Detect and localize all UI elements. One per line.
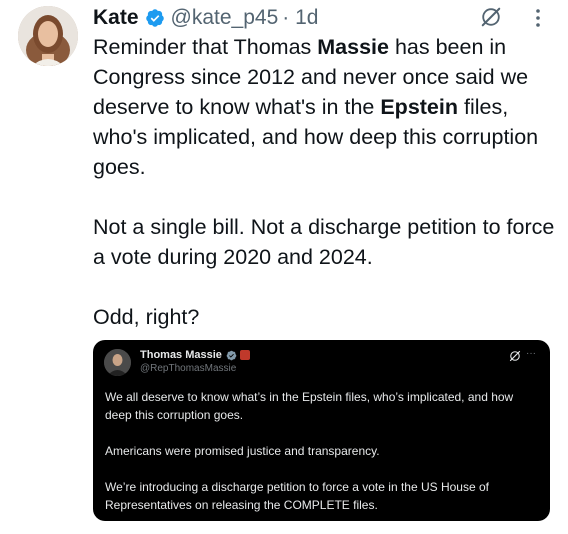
quoted-paragraph-2: Americans were promised justice and tran… xyxy=(105,444,380,458)
quoted-avatar-image xyxy=(104,349,131,376)
author-name[interactable]: Kate xyxy=(93,6,139,30)
author-handle[interactable]: @kate_p45 xyxy=(171,6,279,30)
tweet-timestamp[interactable]: · 1d xyxy=(282,6,318,30)
quoted-author-row: Thomas Massie xyxy=(140,349,250,361)
tweet-paragraph-1: Reminder that Thomas Massie has been in … xyxy=(93,32,558,182)
tweet-header: Kate @kate_p45 · 1d xyxy=(93,3,318,33)
quoted-author-avatar[interactable] xyxy=(104,349,131,376)
grok-icon[interactable] xyxy=(509,350,521,362)
more-options-icon[interactable]: ··· xyxy=(526,348,538,360)
grok-icon[interactable] xyxy=(480,6,502,28)
quoted-author-handle[interactable]: @RepThomasMassie xyxy=(140,363,236,374)
quoted-paragraph-3: We’re introducing a discharge petition t… xyxy=(105,480,489,512)
tweet-text: Reminder that Thomas Massie has been in … xyxy=(93,32,558,332)
bold-keyword: Epstein xyxy=(380,95,458,119)
quoted-tweet-card[interactable]: Thomas Massie @RepThomasMassie ··· We al… xyxy=(93,340,550,521)
text-span: Reminder that Thomas xyxy=(93,35,318,59)
verified-badge-icon xyxy=(226,350,237,360)
affiliation-badge-icon xyxy=(239,350,250,360)
avatar-image xyxy=(18,6,78,66)
bold-keyword: Massie xyxy=(317,35,389,59)
tweet-paragraph-2: Not a single bill. Not a discharge petit… xyxy=(93,215,555,269)
verified-badge-icon xyxy=(145,9,164,27)
quoted-paragraph-1: We all deserve to know what’s in the Eps… xyxy=(105,390,514,422)
more-options-icon[interactable] xyxy=(528,6,548,30)
quoted-tweet-text: We all deserve to know what’s in the Eps… xyxy=(105,388,541,514)
author-avatar[interactable] xyxy=(18,6,78,66)
quoted-author-name[interactable]: Thomas Massie xyxy=(140,349,222,361)
tweet-paragraph-3: Odd, right? xyxy=(93,305,200,329)
